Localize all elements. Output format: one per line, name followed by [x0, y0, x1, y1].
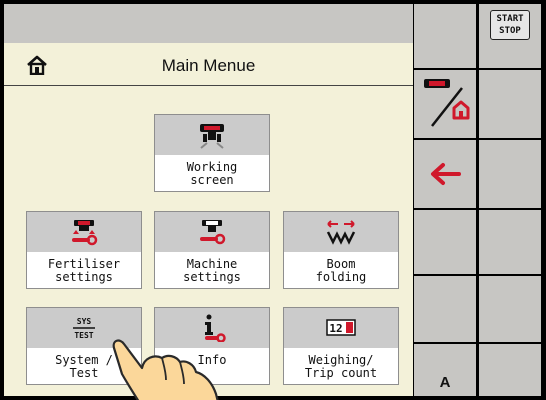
- tile-label: Machine settings: [183, 257, 241, 284]
- start-stop-badge: START STOP: [490, 10, 530, 40]
- softkey-blank-7[interactable]: [479, 276, 541, 342]
- start-label: START: [496, 14, 524, 24]
- softkey-a[interactable]: A: [414, 344, 476, 396]
- softkey-blank-2[interactable]: [414, 210, 476, 274]
- back-arrow-icon: [431, 163, 461, 185]
- info-tile[interactable]: Info: [154, 307, 270, 385]
- softkey-blank-5[interactable]: [479, 140, 541, 208]
- stop-label: STOP: [499, 26, 521, 36]
- info-icon: [205, 314, 226, 342]
- tile-label: Info: [197, 353, 227, 367]
- fertiliser-settings-tile[interactable]: Fertiliser settings: [26, 211, 142, 289]
- menu-header: Main Menue: [4, 43, 413, 86]
- softkey-road-mode[interactable]: [414, 70, 476, 138]
- fertiliser-settings-icon: [72, 220, 98, 246]
- test-text: TEST: [74, 331, 93, 340]
- working-screen-icon: [200, 124, 224, 149]
- tile-icon-area: SYS TEST: [27, 308, 141, 348]
- tile-label: Fertiliser settings: [47, 257, 121, 284]
- tile-label: Working screen: [186, 160, 238, 187]
- weighing-icon: 12: [326, 319, 356, 336]
- boom-folding-icon: [326, 220, 356, 245]
- tile-label: Weighing/ Trip count: [304, 353, 378, 380]
- softkey-a-label: A: [439, 374, 451, 391]
- page-title: Main Menue: [161, 56, 256, 75]
- road-mode-home-icon: [424, 79, 470, 127]
- tile-icon-area: [155, 308, 269, 348]
- main-menu-panel: Main Menue Working screen Fertiliser set…: [4, 4, 413, 396]
- softkey-blank-4[interactable]: [479, 70, 541, 138]
- system-test-icon: SYS TEST: [73, 317, 95, 340]
- terminal-screen: Main Menue Working screen Fertiliser set…: [0, 0, 546, 400]
- machine-settings-icon: [200, 220, 226, 245]
- tile-icon-area: [155, 212, 269, 252]
- system-test-tile[interactable]: SYS TEST System / Test: [26, 307, 142, 385]
- tile-icon-area: [284, 212, 398, 252]
- softkey-blank-8[interactable]: [479, 344, 541, 396]
- weighing-number: 12: [329, 322, 342, 335]
- tile-icon-area: [27, 212, 141, 252]
- softkey-blank-6[interactable]: [479, 210, 541, 274]
- machine-settings-tile[interactable]: Machine settings: [154, 211, 270, 289]
- softkey-blank-3[interactable]: [414, 276, 476, 342]
- tile-icon-area: [155, 115, 269, 155]
- tile-label: System / Test: [55, 353, 113, 380]
- working-screen-tile[interactable]: Working screen: [154, 114, 270, 192]
- boom-folding-tile[interactable]: Boom folding: [283, 211, 399, 289]
- tile-label: Boom folding: [315, 257, 367, 284]
- status-bar: [4, 4, 413, 43]
- tile-icon-area: 12: [284, 308, 398, 348]
- softkey-blank-1[interactable]: [414, 4, 476, 68]
- back-button[interactable]: [414, 140, 476, 208]
- weighing-trip-count-tile[interactable]: 12 Weighing/ Trip count: [283, 307, 399, 385]
- sys-text: SYS: [77, 317, 92, 326]
- start-stop-button[interactable]: START STOP: [479, 4, 541, 68]
